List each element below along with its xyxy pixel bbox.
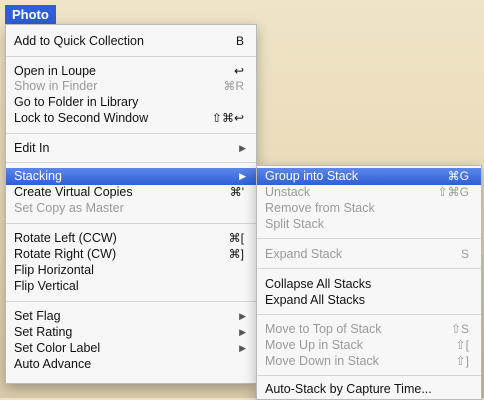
menu-item-label: Add to Quick Collection <box>14 34 144 48</box>
menu-separator <box>257 268 481 269</box>
menu-item-flip-horizontal[interactable]: Flip Horizontal <box>6 262 256 279</box>
menu-item-label: Set Flag <box>14 309 61 323</box>
menu-item-label: Set Copy as Master <box>14 201 124 215</box>
submenu-arrow-icon: ▶ <box>239 343 246 353</box>
menu-item-label: Move to Top of Stack <box>265 322 382 336</box>
menu-item-add-to-quick-collection[interactable]: Add to Quick Collection B <box>6 33 256 50</box>
shortcut-label: ⌘[ <box>228 231 244 245</box>
menu-item-label: Group into Stack <box>265 169 359 183</box>
submenu-item-group-into-stack[interactable]: Group into Stack ⌘G <box>257 168 481 185</box>
menu-item-edit-in[interactable]: Edit In ▶ <box>6 140 256 157</box>
menu-item-rotate-right[interactable]: Rotate Right (CW) ⌘] <box>6 246 256 263</box>
submenu-item-collapse-all-stacks[interactable]: Collapse All Stacks <box>257 276 481 293</box>
menu-item-set-rating[interactable]: Set Rating ▶ <box>6 324 256 341</box>
menu-item-rotate-left[interactable]: Rotate Left (CCW) ⌘[ <box>6 230 256 247</box>
menu-item-label: Auto-Stack by Capture Time... <box>265 382 432 396</box>
stacking-submenu: Group into Stack ⌘G Unstack ⇧⌘G Remove f… <box>256 165 482 400</box>
shortcut-label: ⇧S <box>450 322 469 336</box>
menu-item-set-copy-as-master[interactable]: Set Copy as Master <box>6 200 256 217</box>
menu-separator <box>6 301 256 302</box>
menu-item-flip-vertical[interactable]: Flip Vertical <box>6 278 256 295</box>
menu-item-label: Expand All Stacks <box>265 293 366 307</box>
shortcut-label: ⇧⌘↩ <box>211 111 244 125</box>
menu-item-label: Show in Finder <box>14 79 98 93</box>
menu-separator <box>6 162 256 163</box>
submenu-item-remove-from-stack[interactable]: Remove from Stack <box>257 200 481 217</box>
shortcut-label: S <box>460 247 469 261</box>
submenu-item-expand-all-stacks[interactable]: Expand All Stacks <box>257 292 481 309</box>
menu-item-label: Open in Loupe <box>14 64 97 78</box>
submenu-item-split-stack[interactable]: Split Stack <box>257 216 481 233</box>
menu-item-set-flag[interactable]: Set Flag ▶ <box>6 308 256 325</box>
submenu-item-expand-stack[interactable]: Expand Stack S <box>257 246 481 263</box>
menu-item-label: Edit In <box>14 141 50 155</box>
menu-item-lock-to-second-window[interactable]: Lock to Second Window ⇧⌘↩ <box>6 110 256 127</box>
submenu-item-auto-stack-by-capture-time[interactable]: Auto-Stack by Capture Time... <box>257 381 481 398</box>
menu-item-label: Set Color Label <box>14 341 101 355</box>
submenu-arrow-icon: ▶ <box>239 311 246 321</box>
menu-title-photo[interactable]: Photo <box>5 5 56 24</box>
menu-item-label: Create Virtual Copies <box>14 185 133 199</box>
menu-item-label: Rotate Left (CCW) <box>14 231 117 245</box>
submenu-item-move-to-top-of-stack[interactable]: Move to Top of Stack ⇧S <box>257 321 481 338</box>
menu-item-label: Auto Advance <box>14 357 92 371</box>
menu-item-show-in-finder[interactable]: Show in Finder ⌘R <box>6 78 256 95</box>
menu-separator <box>257 238 481 239</box>
menu-item-label: Go to Folder in Library <box>14 95 139 109</box>
shortcut-label: ⌘] <box>228 247 244 261</box>
submenu-item-move-down-in-stack[interactable]: Move Down in Stack ⇧] <box>257 353 481 370</box>
submenu-arrow-icon: ▶ <box>239 143 246 153</box>
menu-item-label: Collapse All Stacks <box>265 277 372 291</box>
menu-separator <box>6 223 256 224</box>
shortcut-label: ⌘' <box>229 185 244 199</box>
submenu-item-move-up-in-stack[interactable]: Move Up in Stack ⇧[ <box>257 337 481 354</box>
shortcut-label: B <box>235 34 244 48</box>
menu-item-label: Split Stack <box>265 217 325 231</box>
shortcut-label: ⌘G <box>447 169 469 183</box>
menu-item-label: Expand Stack <box>265 247 343 261</box>
menu-item-label: Move Down in Stack <box>265 354 379 368</box>
menu-item-label: Lock to Second Window <box>14 111 149 125</box>
shortcut-label: ⌘R <box>223 79 244 93</box>
menu-separator <box>6 56 256 57</box>
menu-item-set-color-label[interactable]: Set Color Label ▶ <box>6 340 256 357</box>
submenu-arrow-icon: ▶ <box>239 327 246 337</box>
menu-separator <box>6 133 256 134</box>
shortcut-label: ⇧[ <box>455 338 469 352</box>
menu-item-label: Rotate Right (CW) <box>14 247 117 261</box>
menu-item-auto-advance[interactable]: Auto Advance <box>6 356 256 373</box>
shortcut-label: ⇧⌘G <box>437 185 469 199</box>
menu-item-label: Stacking <box>14 169 62 183</box>
menu-item-create-virtual-copies[interactable]: Create Virtual Copies ⌘' <box>6 184 256 201</box>
submenu-item-unstack[interactable]: Unstack ⇧⌘G <box>257 184 481 201</box>
menu-item-label: Flip Horizontal <box>14 263 94 277</box>
menu-item-label: Flip Vertical <box>14 279 79 293</box>
menu-item-label: Move Up in Stack <box>265 338 363 352</box>
menu-item-stacking[interactable]: Stacking ▶ <box>6 168 256 185</box>
menu-item-label: Unstack <box>265 185 311 199</box>
submenu-arrow-icon: ▶ <box>239 171 246 181</box>
menu-separator <box>257 375 481 376</box>
menu-separator <box>257 314 481 315</box>
menu-item-go-to-folder-in-library[interactable]: Go to Folder in Library <box>6 94 256 111</box>
shortcut-label: ⇧] <box>455 354 469 368</box>
menu-item-label: Set Rating <box>14 325 73 339</box>
menu-item-label: Remove from Stack <box>265 201 375 215</box>
photo-menu: Add to Quick Collection B Open in Loupe … <box>5 24 257 384</box>
